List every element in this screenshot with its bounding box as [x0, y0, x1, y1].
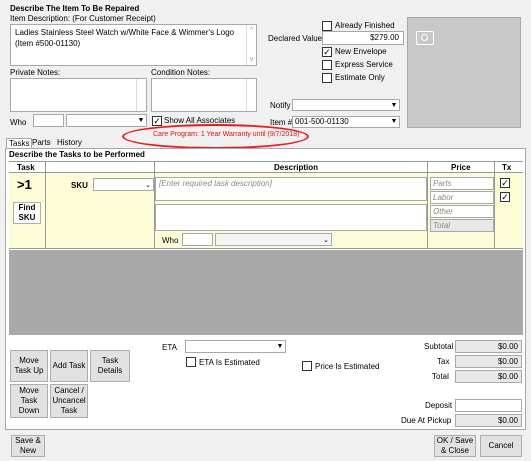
- private-notes-field[interactable]: [10, 78, 147, 112]
- due-at-pickup-value: $0.00: [455, 414, 522, 427]
- new-envelope-checkbox[interactable]: ✓: [322, 47, 332, 57]
- col-task-header: Task: [17, 163, 35, 172]
- labor-tax-checkbox[interactable]: ✓: [500, 192, 510, 202]
- estimate-only-label: Estimate Only: [335, 73, 385, 82]
- subtotal-label: Subtotal: [424, 342, 454, 351]
- chevron-down-icon: ⌄: [323, 236, 329, 244]
- care-program-text: Care Program: 1 Year Warranty until (9/7…: [153, 131, 300, 138]
- express-service-checkbox[interactable]: [322, 60, 332, 70]
- task-row[interactable]: >1 Find SKU SKU ⌄ [Enter required task d…: [9, 173, 523, 249]
- parts-price-input[interactable]: Parts: [430, 177, 494, 190]
- chevron-down-icon: ▼: [390, 101, 398, 109]
- eta-is-estimated-checkbox[interactable]: [186, 357, 196, 367]
- tasks-empty-area: [9, 250, 523, 335]
- cancel-button[interactable]: Cancel: [480, 435, 522, 457]
- tax-label: Tax: [437, 357, 450, 366]
- subtotal-value: $0.00: [455, 340, 522, 353]
- task-number: >1: [17, 177, 32, 192]
- condition-notes-label: Condition Notes:: [151, 68, 211, 77]
- who-input[interactable]: [33, 114, 64, 127]
- chevron-down-icon: ▼: [390, 118, 398, 125]
- tax-value: $0.00: [455, 355, 522, 368]
- add-task-button[interactable]: Add Task: [50, 350, 88, 382]
- item-description-label: Item Description: (For Customer Receipt): [10, 14, 156, 23]
- notify-label: Notify: [270, 101, 291, 110]
- total-value: $0.00: [455, 370, 522, 383]
- express-service-label: Express Service: [335, 60, 393, 69]
- sku-label: SKU: [71, 181, 88, 190]
- total-label: Total: [432, 372, 449, 381]
- condition-notes-scrollbar[interactable]: [246, 79, 256, 111]
- col-price-header: Price: [451, 163, 471, 172]
- due-at-pickup-label: Due At Pickup: [401, 416, 452, 425]
- cancel-uncancel-task-button[interactable]: Cancel / Uncancel Task: [50, 384, 88, 418]
- find-sku-button[interactable]: Find SKU: [13, 202, 41, 224]
- task-who-label: Who: [162, 236, 179, 245]
- already-finished-checkbox[interactable]: [322, 21, 332, 31]
- item-number-label: Item #: [270, 118, 293, 127]
- item-number-dropdown[interactable]: 001-500-01130 ▼: [292, 116, 400, 128]
- who-dropdown[interactable]: ▼: [66, 114, 147, 127]
- new-envelope-label: New Envelope: [335, 47, 387, 56]
- task-who-input[interactable]: [182, 233, 213, 246]
- deposit-label: Deposit: [425, 401, 453, 410]
- camera-icon[interactable]: [416, 31, 434, 45]
- ok-save-close-button[interactable]: OK / Save & Close: [434, 435, 476, 457]
- deposit-input[interactable]: [455, 399, 522, 412]
- price-is-estimated-label: Price Is Estimated: [315, 362, 380, 371]
- move-task-up-button[interactable]: Move Task Up: [10, 350, 48, 382]
- col-tx-header: Tx: [502, 163, 512, 172]
- notify-dropdown[interactable]: ▼: [292, 99, 400, 111]
- parts-tax-checkbox[interactable]: ✓: [500, 178, 510, 188]
- declared-value-input[interactable]: $279.00: [322, 31, 404, 45]
- task-who-dropdown[interactable]: ⌄: [215, 233, 332, 246]
- declared-value-label: Declared Value: [268, 34, 323, 43]
- item-section-title: Describe The Item To Be Repaired: [10, 4, 140, 13]
- other-price-input[interactable]: Other: [430, 205, 494, 218]
- save-new-button[interactable]: Save & New: [11, 435, 45, 457]
- private-notes-scrollbar[interactable]: [136, 79, 146, 111]
- condition-notes-field[interactable]: [151, 78, 257, 112]
- chevron-down-icon: ▼: [276, 343, 284, 350]
- tasks-panel: Describe the Tasks to be Performed Task …: [5, 148, 526, 430]
- eta-label: ETA: [162, 343, 177, 352]
- who-label: Who: [10, 118, 27, 127]
- task-notes-input[interactable]: [155, 204, 427, 231]
- move-task-down-button[interactable]: Move Task Down: [10, 384, 48, 418]
- estimate-only-checkbox[interactable]: [322, 73, 332, 83]
- item-description-line1: Ladies Stainless Steel Watch w/White Fac…: [15, 28, 235, 37]
- show-all-associates-checkbox[interactable]: ✓: [152, 116, 162, 126]
- private-notes-label: Private Notes:: [10, 68, 61, 77]
- total-price-field: Total: [430, 219, 494, 232]
- item-number-value: 001-500-01130: [295, 117, 349, 126]
- already-finished-label: Already Finished: [335, 21, 395, 30]
- tasks-section-title: Describe the Tasks to be Performed: [9, 150, 145, 159]
- task-details-button[interactable]: Task Details: [90, 350, 130, 382]
- eta-is-estimated-label: ETA Is Estimated: [199, 358, 260, 367]
- tasks-header-row: Task Description Price Tx: [9, 161, 523, 173]
- item-description-scrollbar[interactable]: ^ v: [246, 25, 256, 65]
- price-is-estimated-checkbox[interactable]: [302, 361, 312, 371]
- chevron-down-icon: ⌄: [145, 181, 151, 189]
- chevron-down-icon: ▼: [137, 117, 145, 124]
- item-description-field[interactable]: Ladies Stainless Steel Watch w/White Fac…: [10, 24, 257, 66]
- eta-dropdown[interactable]: ▼: [185, 340, 286, 353]
- sku-dropdown[interactable]: ⌄: [93, 178, 154, 191]
- task-description-input[interactable]: [Enter required task description]: [155, 177, 427, 201]
- item-description-line2: (Item #500-01130): [15, 39, 81, 48]
- labor-price-input[interactable]: Labor: [430, 191, 494, 204]
- col-description-header: Description: [274, 163, 319, 172]
- photo-panel[interactable]: [407, 17, 521, 128]
